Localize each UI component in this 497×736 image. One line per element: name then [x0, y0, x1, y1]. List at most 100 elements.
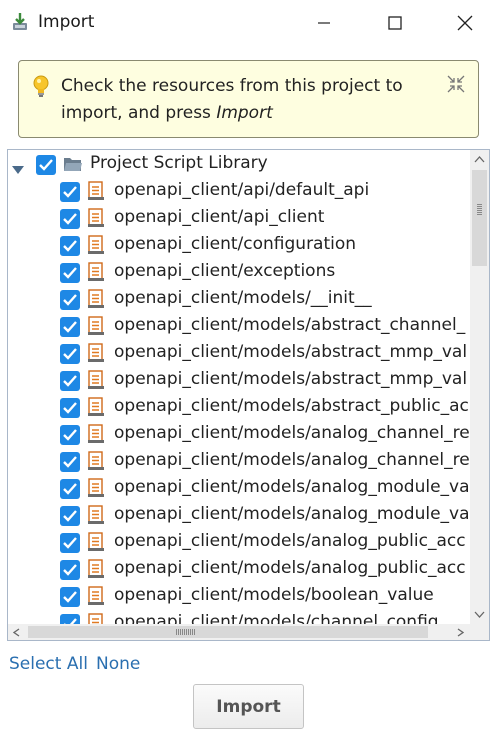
script-file-icon: [87, 289, 105, 309]
folder-icon: [63, 156, 83, 173]
script-file-icon: [87, 235, 105, 255]
item-checkbox[interactable]: [60, 479, 80, 499]
maximize-button[interactable]: [372, 0, 418, 46]
tree-item-label: openapi_client/models/__init__: [114, 288, 372, 308]
tree-item-row[interactable]: openapi_client/models/boolean_value: [8, 583, 470, 610]
tree-item-label: openapi_client/models/channel_config: [114, 612, 439, 624]
expand-toggle-icon[interactable]: [11, 160, 25, 174]
tree-item-row[interactable]: openapi_client/models/analog_module_va: [8, 475, 470, 502]
scroll-down-icon[interactable]: [474, 611, 485, 618]
script-file-icon: [87, 397, 105, 417]
item-checkbox[interactable]: [60, 317, 80, 337]
banner-text-emphasis: Import: [216, 103, 273, 123]
tree-viewport: Project Script Library openapi_client/ap…: [8, 150, 470, 624]
tree-item-label: openapi_client/models/abstract_public_ac: [114, 396, 469, 416]
scrollbar-corner: [470, 624, 489, 640]
collapse-icon[interactable]: [446, 74, 466, 94]
maximize-icon: [388, 16, 402, 30]
script-file-icon: [87, 559, 105, 579]
scroll-right-icon[interactable]: [457, 628, 464, 637]
item-checkbox[interactable]: [60, 290, 80, 310]
tree-item-row[interactable]: openapi_client/models/channel_config: [8, 610, 470, 624]
item-checkbox[interactable]: [60, 425, 80, 445]
item-checkbox[interactable]: [60, 560, 80, 580]
minimize-button[interactable]: [301, 0, 347, 46]
script-file-icon: [87, 424, 105, 444]
item-checkbox[interactable]: [60, 209, 80, 229]
close-button[interactable]: [442, 0, 488, 46]
tree-root-label: Project Script Library: [90, 153, 268, 173]
tree-item-row[interactable]: openapi_client/models/abstract_channel_: [8, 313, 470, 340]
tree-item-row[interactable]: openapi_client/exceptions: [8, 259, 470, 286]
horizontal-scrollbar[interactable]: [8, 624, 470, 640]
tree-item-label: openapi_client/models/analog_public_acc: [114, 531, 466, 551]
tree-item-row[interactable]: openapi_client/models/abstract_mmp_val: [8, 340, 470, 367]
tree-item-row[interactable]: openapi_client/models/analog_public_acc: [8, 556, 470, 583]
tree-root-row[interactable]: Project Script Library: [8, 151, 470, 178]
title-bar: Import: [0, 0, 497, 46]
tree-item-row[interactable]: openapi_client/models/analog_channel_re: [8, 421, 470, 448]
tree-item-label: openapi_client/models/analog_channel_re: [114, 423, 470, 443]
scroll-up-icon[interactable]: [474, 156, 485, 163]
item-checkbox[interactable]: [60, 182, 80, 202]
lightbulb-icon: [31, 74, 51, 98]
resource-tree[interactable]: Project Script Library openapi_client/ap…: [7, 149, 490, 641]
tree-item-label: openapi_client/models/analog_module_va: [114, 477, 470, 497]
script-file-icon: [87, 262, 105, 282]
root-checkbox[interactable]: [36, 155, 56, 175]
item-checkbox[interactable]: [60, 236, 80, 256]
minimize-icon: [318, 22, 330, 24]
select-none-link[interactable]: None: [96, 654, 140, 674]
script-file-icon: [87, 181, 105, 201]
item-checkbox[interactable]: [60, 263, 80, 283]
tree-item-label: openapi_client/models/abstract_mmp_val: [114, 369, 468, 389]
tree-item-label: openapi_client/configuration: [114, 234, 357, 254]
tree-item-label: openapi_client/models/analog_public_acc: [114, 558, 466, 578]
tree-item-row[interactable]: openapi_client/models/analog_public_acc: [8, 529, 470, 556]
script-file-icon: [87, 478, 105, 498]
item-checkbox[interactable]: [60, 506, 80, 526]
item-checkbox[interactable]: [60, 614, 80, 624]
item-checkbox[interactable]: [60, 344, 80, 364]
tree-item-row[interactable]: openapi_client/api/default_api: [8, 178, 470, 205]
tree-item-row[interactable]: openapi_client/configuration: [8, 232, 470, 259]
tree-item-row[interactable]: openapi_client/models/analog_channel_re: [8, 448, 470, 475]
select-all-link[interactable]: Select All: [9, 654, 88, 674]
close-icon: [457, 15, 473, 31]
item-checkbox[interactable]: [60, 533, 80, 553]
script-file-icon: [87, 208, 105, 228]
item-checkbox[interactable]: [60, 452, 80, 472]
script-file-icon: [87, 613, 105, 624]
tree-item-label: openapi_client/exceptions: [114, 261, 336, 281]
tree-item-label: openapi_client/models/analog_channel_re: [114, 450, 470, 470]
script-file-icon: [87, 586, 105, 606]
item-checkbox[interactable]: [60, 587, 80, 607]
vertical-scrollbar[interactable]: [470, 150, 489, 624]
vertical-scroll-thumb[interactable]: [472, 170, 487, 266]
item-checkbox[interactable]: [60, 398, 80, 418]
tree-item-label: openapi_client/models/boolean_value: [114, 585, 434, 605]
tree-item-label: openapi_client/models/abstract_mmp_val: [114, 342, 468, 362]
tree-item-label: openapi_client/api_client: [114, 207, 325, 227]
banner-message: Check the resources from this project to…: [61, 73, 431, 127]
window-title: Import: [38, 12, 95, 32]
script-file-icon: [87, 343, 105, 363]
item-checkbox[interactable]: [60, 371, 80, 391]
tree-item-label: openapi_client/api/default_api: [114, 180, 370, 200]
info-banner: Check the resources from this project to…: [18, 60, 479, 138]
script-file-icon: [87, 316, 105, 336]
script-file-icon: [87, 505, 105, 525]
horizontal-scroll-thumb[interactable]: [28, 626, 428, 638]
tree-item-row[interactable]: openapi_client/models/__init__: [8, 286, 470, 313]
tree-item-row[interactable]: openapi_client/models/abstract_mmp_val: [8, 367, 470, 394]
tree-item-row[interactable]: openapi_client/models/abstract_public_ac: [8, 394, 470, 421]
tree-item-label: openapi_client/models/analog_module_va: [114, 504, 470, 524]
tree-item-label: openapi_client/models/abstract_channel_: [114, 315, 466, 335]
script-file-icon: [87, 532, 105, 552]
scroll-left-icon[interactable]: [13, 628, 20, 637]
import-arrow-icon: [11, 12, 29, 32]
tree-item-row[interactable]: openapi_client/api_client: [8, 205, 470, 232]
script-file-icon: [87, 451, 105, 471]
tree-item-row[interactable]: openapi_client/models/analog_module_va: [8, 502, 470, 529]
import-button[interactable]: Import: [193, 684, 304, 729]
